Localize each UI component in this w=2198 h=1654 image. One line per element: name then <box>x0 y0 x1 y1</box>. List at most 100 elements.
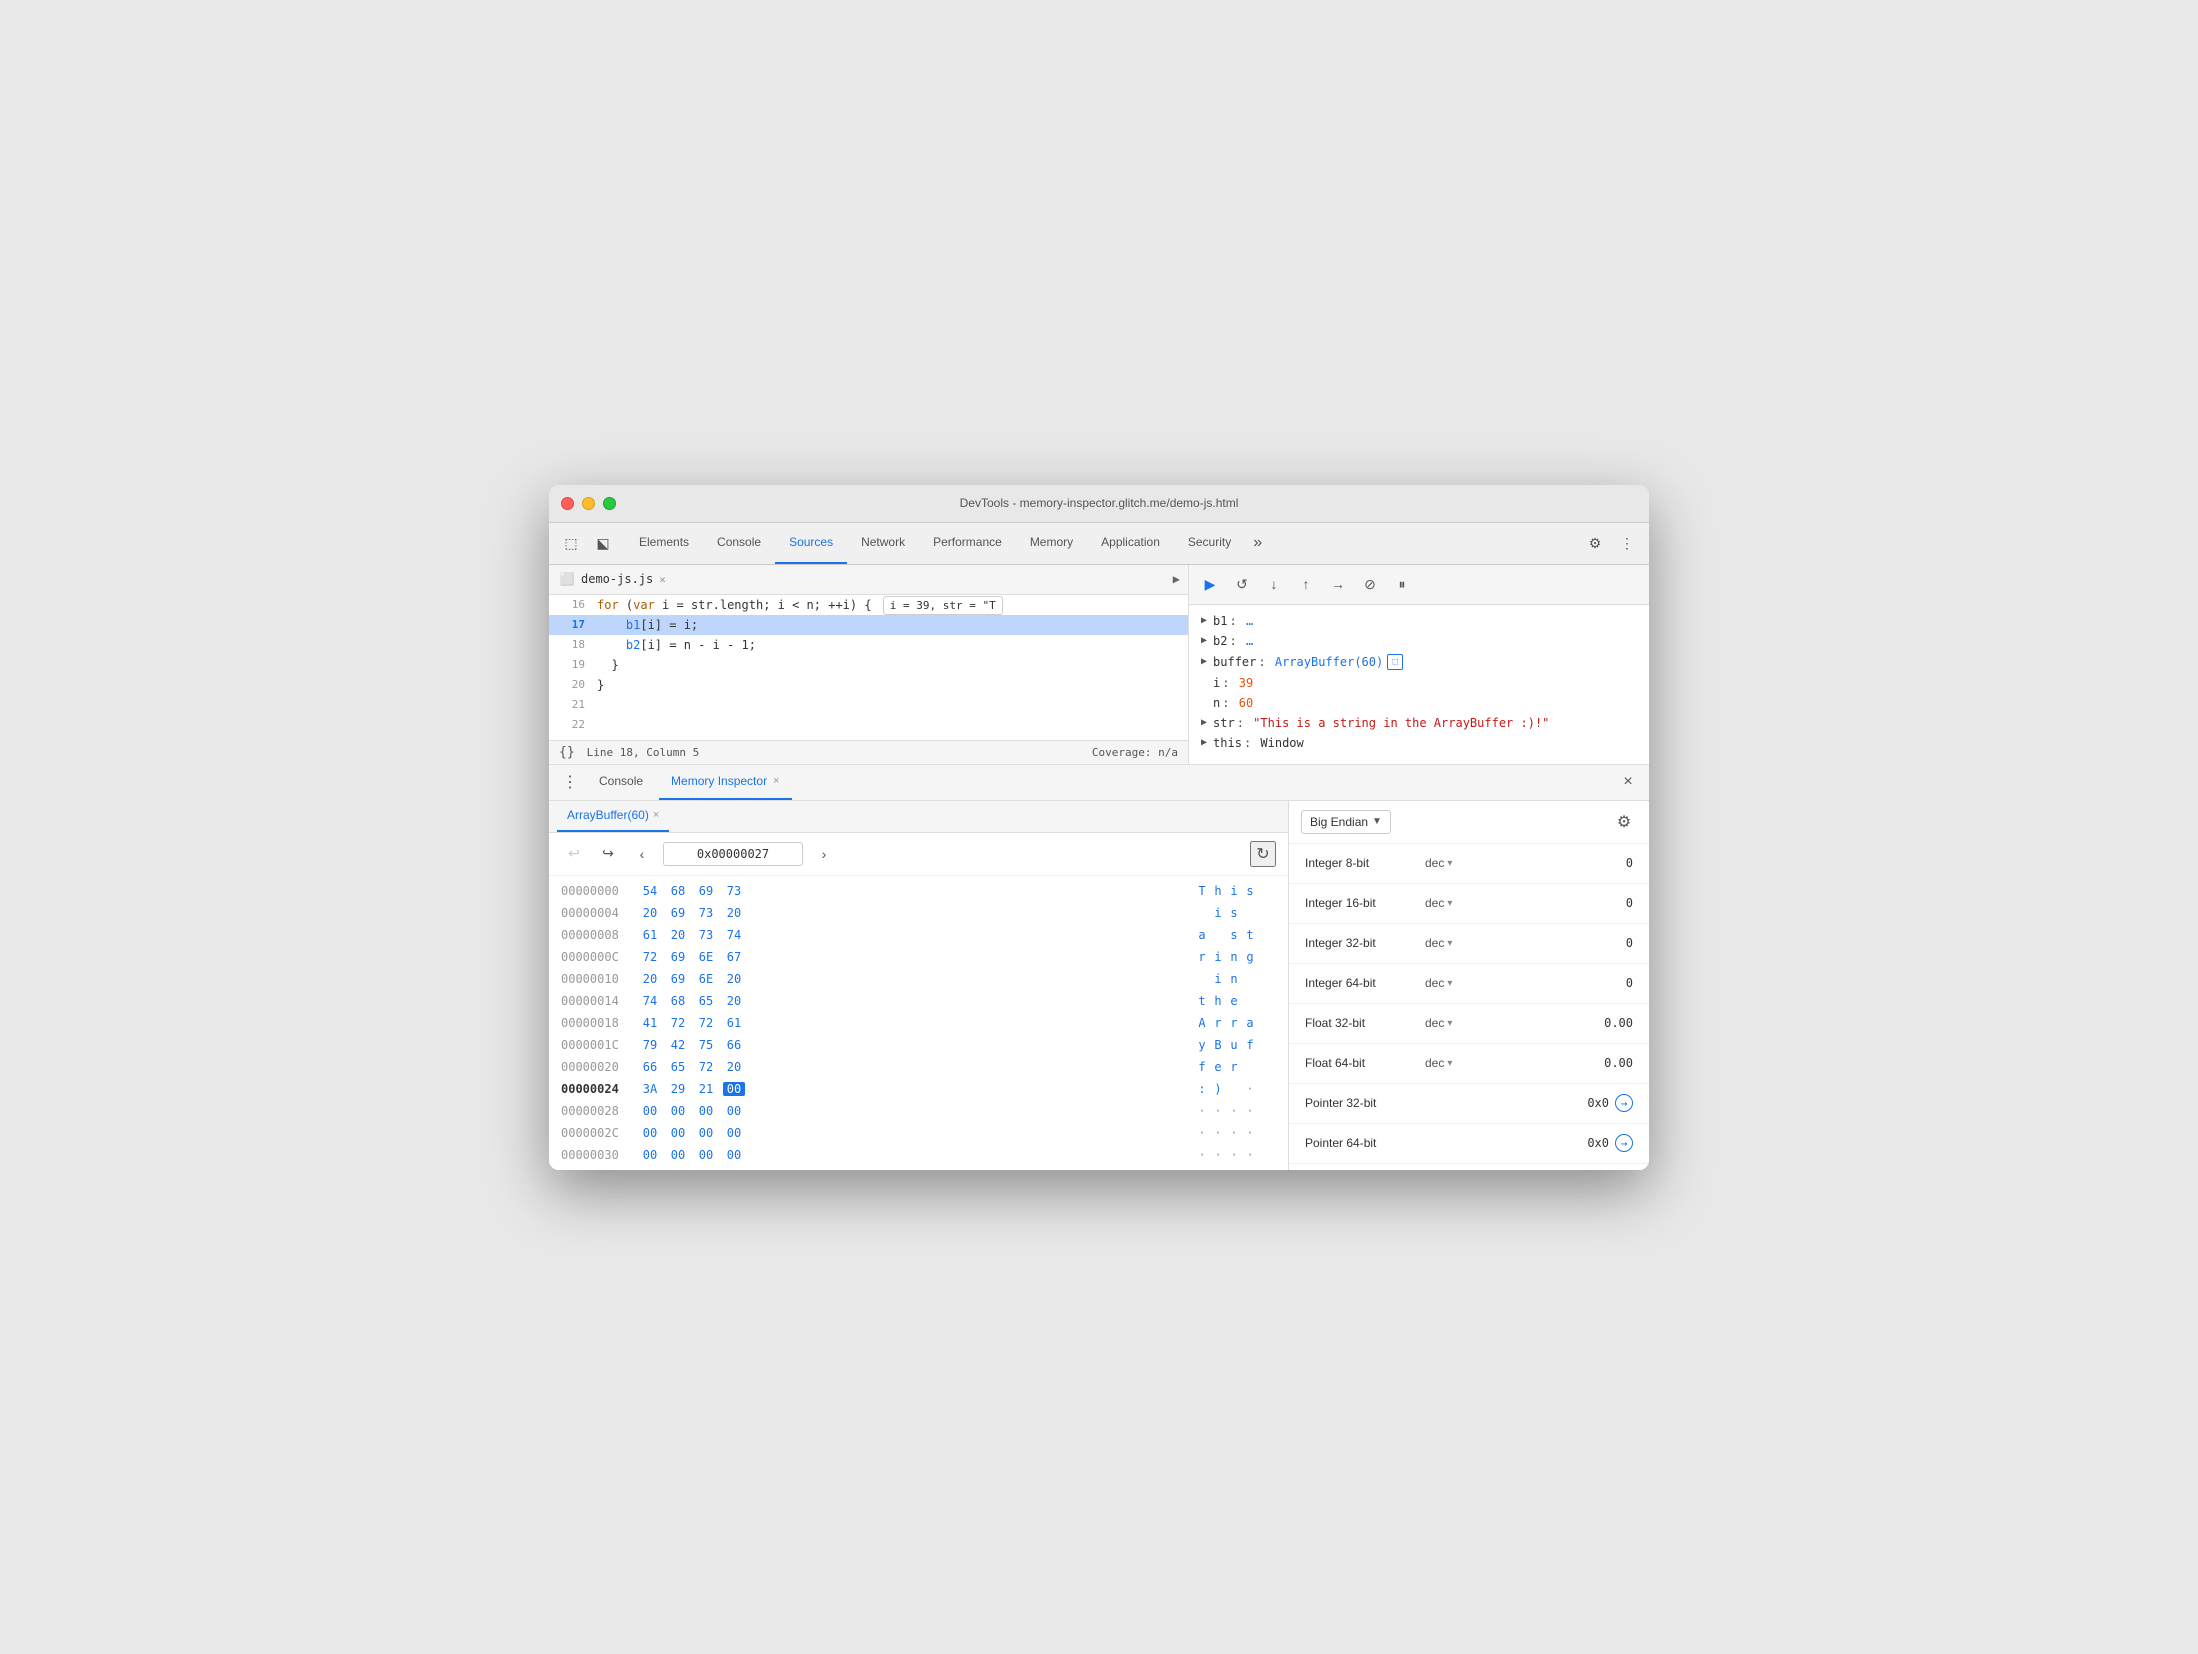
step-out-button[interactable]: ↑ <box>1293 571 1319 597</box>
hex-byte[interactable]: 72 <box>639 950 661 964</box>
hex-address-input[interactable] <box>663 842 803 866</box>
tab-console-bottom[interactable]: Console <box>587 764 655 800</box>
hex-back-button[interactable]: ↩ <box>561 841 587 867</box>
hex-byte[interactable]: 00 <box>695 1104 717 1118</box>
hex-forward-button[interactable]: ↪ <box>595 841 621 867</box>
step-button[interactable]: → <box>1325 571 1351 597</box>
hex-byte[interactable]: 6E <box>695 950 717 964</box>
hex-byte[interactable]: 66 <box>639 1060 661 1074</box>
memory-inspector-close-icon[interactable]: × <box>773 775 779 787</box>
hex-byte[interactable]: 61 <box>639 928 661 942</box>
value-settings-button[interactable]: ⚙ <box>1611 809 1637 835</box>
scope-this-expand-icon[interactable]: ▶ <box>1201 737 1207 748</box>
tab-application[interactable]: Application <box>1087 523 1174 564</box>
settings-button[interactable]: ⚙ <box>1581 529 1609 557</box>
hex-byte[interactable]: 20 <box>723 906 745 920</box>
hex-byte[interactable]: 75 <box>695 1038 717 1052</box>
minimize-button[interactable] <box>582 497 595 510</box>
scope-str-expand-icon[interactable]: ▶ <box>1201 717 1207 728</box>
source-nav-forward-icon[interactable]: ▶ <box>1173 572 1180 586</box>
hex-byte[interactable]: 00 <box>639 1126 661 1140</box>
device-toolbar-button[interactable]: ⬕ <box>589 529 617 557</box>
hex-byte[interactable]: 00 <box>695 1126 717 1140</box>
value-format-selector[interactable]: dec▾ <box>1425 1016 1485 1030</box>
hex-byte[interactable]: 41 <box>639 1016 661 1030</box>
hex-byte[interactable]: 72 <box>695 1060 717 1074</box>
hex-byte[interactable]: 42 <box>667 1038 689 1052</box>
hex-byte[interactable]: 20 <box>639 972 661 986</box>
format-dropdown-icon[interactable]: ▾ <box>1447 1058 1452 1069</box>
tab-sources[interactable]: Sources <box>775 523 847 564</box>
hex-byte[interactable]: 00 <box>723 1104 745 1118</box>
hex-byte[interactable]: 68 <box>667 884 689 898</box>
hex-byte[interactable]: 20 <box>723 972 745 986</box>
scope-b1-expand-icon[interactable]: ▶ <box>1201 615 1207 626</box>
format-dropdown-icon[interactable]: ▾ <box>1447 1018 1452 1029</box>
format-dropdown-icon[interactable]: ▾ <box>1447 938 1452 949</box>
hex-byte[interactable]: 65 <box>667 1060 689 1074</box>
value-format-selector[interactable]: dec▾ <box>1425 976 1485 990</box>
more-tabs-button[interactable]: » <box>1245 534 1270 552</box>
hex-content[interactable]: 0000000054686973This0000000420697320 is … <box>549 876 1288 1170</box>
hex-byte[interactable]: 00 <box>639 1148 661 1162</box>
tab-memory-inspector[interactable]: Memory Inspector × <box>659 764 791 800</box>
hex-byte[interactable]: 3A <box>639 1082 661 1096</box>
hex-byte[interactable]: 00 <box>723 1126 745 1140</box>
hex-byte[interactable]: 72 <box>695 1016 717 1030</box>
hex-byte[interactable]: 72 <box>667 1016 689 1030</box>
customize-button[interactable]: ⋮ <box>1613 529 1641 557</box>
hex-byte[interactable]: 74 <box>723 928 745 942</box>
fullscreen-button[interactable] <box>603 497 616 510</box>
hex-byte[interactable]: 67 <box>723 950 745 964</box>
close-button[interactable] <box>561 497 574 510</box>
endian-selector[interactable]: Big Endian ▼ <box>1301 810 1391 834</box>
follow-pointer-button[interactable]: → <box>1615 1094 1633 1112</box>
hex-byte[interactable]: 73 <box>723 884 745 898</box>
tab-network[interactable]: Network <box>847 523 919 564</box>
hex-byte[interactable]: 6E <box>695 972 717 986</box>
hex-byte[interactable]: 00 <box>723 1082 745 1096</box>
hex-byte[interactable]: 65 <box>695 994 717 1008</box>
hex-byte[interactable]: 69 <box>667 906 689 920</box>
scope-buffer-expand-icon[interactable]: ▶ <box>1201 656 1207 667</box>
tab-performance[interactable]: Performance <box>919 523 1016 564</box>
hex-byte[interactable]: 20 <box>639 906 661 920</box>
hex-byte[interactable]: 69 <box>695 884 717 898</box>
hex-prev-button[interactable]: ‹ <box>629 841 655 867</box>
value-format-selector[interactable]: dec▾ <box>1425 936 1485 950</box>
hex-byte[interactable]: 69 <box>667 950 689 964</box>
step-over-button[interactable]: ↺ <box>1229 571 1255 597</box>
hex-byte[interactable]: 00 <box>695 1148 717 1162</box>
deactivate-breakpoints-button[interactable]: ⊘ <box>1357 571 1383 597</box>
hex-byte[interactable]: 00 <box>667 1126 689 1140</box>
hex-byte[interactable]: 29 <box>667 1082 689 1096</box>
value-format-selector[interactable]: dec▾ <box>1425 856 1485 870</box>
source-tab-close[interactable]: × <box>659 573 666 586</box>
hex-byte[interactable]: 20 <box>723 1060 745 1074</box>
hex-byte[interactable]: 00 <box>723 1148 745 1162</box>
code-area[interactable]: 16 for (var i = str.length; i < n; ++i) … <box>549 595 1188 740</box>
hex-refresh-button[interactable]: ↻ <box>1250 841 1276 867</box>
hex-next-button[interactable]: › <box>811 841 837 867</box>
hex-byte[interactable]: 20 <box>667 928 689 942</box>
follow-pointer-button[interactable]: → <box>1615 1134 1633 1152</box>
value-format-selector[interactable]: dec▾ <box>1425 896 1485 910</box>
hex-byte[interactable]: 74 <box>639 994 661 1008</box>
tab-security[interactable]: Security <box>1174 523 1245 564</box>
panel-menu-icon[interactable]: ⋮ <box>557 769 583 795</box>
format-dropdown-icon[interactable]: ▾ <box>1447 978 1452 989</box>
arraybuffer-tab-close[interactable]: × <box>653 809 659 821</box>
hex-byte[interactable]: 00 <box>639 1104 661 1118</box>
hex-byte[interactable]: 00 <box>667 1148 689 1162</box>
hex-byte[interactable]: 20 <box>723 994 745 1008</box>
hex-byte[interactable]: 61 <box>723 1016 745 1030</box>
hex-byte[interactable]: 79 <box>639 1038 661 1052</box>
hex-byte[interactable]: 00 <box>667 1104 689 1118</box>
tab-console[interactable]: Console <box>703 523 775 564</box>
element-picker-button[interactable]: ⬚ <box>557 529 585 557</box>
arraybuffer-tab[interactable]: ArrayBuffer(60) × <box>557 801 669 833</box>
hex-byte[interactable]: 73 <box>695 906 717 920</box>
close-panel-button[interactable]: × <box>1615 769 1641 795</box>
hex-byte[interactable]: 21 <box>695 1082 717 1096</box>
pause-exceptions-button[interactable]: ⏸ <box>1389 571 1415 597</box>
